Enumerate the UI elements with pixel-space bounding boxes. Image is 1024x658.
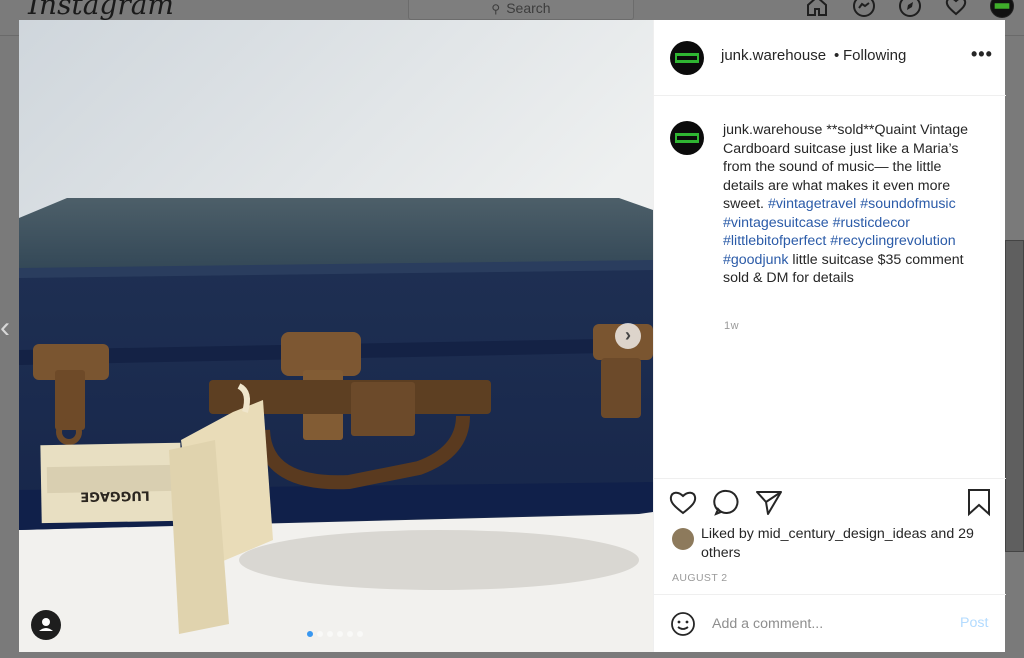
luggage-label-text: LUGGAGE bbox=[80, 487, 150, 503]
search-icon: ⚲ bbox=[491, 2, 501, 16]
post-photo: LUGGAGE › bbox=[19, 20, 653, 652]
profile-avatar[interactable] bbox=[990, 0, 1014, 18]
search-box[interactable]: ⚲ Search bbox=[408, 0, 634, 20]
caption-username[interactable]: junk.warehouse bbox=[723, 122, 822, 138]
follow-separator: • bbox=[834, 47, 840, 64]
carousel-dot bbox=[307, 631, 313, 637]
like-heart-icon[interactable] bbox=[668, 487, 698, 517]
hashtag-link[interactable]: #soundofmusic bbox=[860, 196, 955, 212]
next-photo-chevron-icon[interactable]: › bbox=[615, 323, 641, 349]
caption-age[interactable]: 1w bbox=[724, 320, 739, 332]
post-caption: junk.warehouse **sold**Quaint Vintage Ca… bbox=[723, 121, 985, 288]
carousel-dot bbox=[317, 631, 323, 637]
home-icon[interactable] bbox=[805, 0, 829, 18]
liked-username[interactable]: mid_century_design_ideas bbox=[758, 526, 927, 542]
author-username[interactable]: junk.warehouse bbox=[721, 47, 826, 64]
liker-avatar[interactable] bbox=[672, 528, 694, 550]
emoji-smile-icon[interactable] bbox=[670, 611, 696, 637]
post-modal: LUGGAGE › junk.warehouse • Following •••… bbox=[19, 20, 1006, 652]
likes-summary[interactable]: Liked by mid_century_design_ideas and 29… bbox=[701, 525, 991, 563]
author-avatar[interactable] bbox=[670, 41, 704, 75]
post-side-panel: junk.warehouse • Following ••• junk.ware… bbox=[653, 20, 1006, 652]
more-options-icon[interactable]: ••• bbox=[971, 44, 993, 65]
hashtag-link[interactable]: #goodjunk bbox=[723, 252, 788, 268]
comment-bubble-icon[interactable] bbox=[712, 487, 742, 517]
hashtag-link[interactable]: #vintagesuitcase bbox=[723, 215, 829, 231]
background-post-edge bbox=[1005, 240, 1024, 552]
carousel-dot bbox=[347, 631, 353, 637]
post-actions: Liked by mid_century_design_ideas and 29… bbox=[654, 478, 1006, 594]
liked-prefix: Liked by bbox=[701, 526, 758, 542]
carousel-dot bbox=[327, 631, 333, 637]
explore-icon[interactable] bbox=[898, 0, 922, 18]
following-button[interactable]: Following bbox=[843, 47, 906, 64]
hashtag-link[interactable]: #rusticdecor bbox=[833, 215, 910, 231]
carousel-dot bbox=[357, 631, 363, 637]
post-date[interactable]: AUGUST 2 bbox=[672, 572, 728, 584]
hashtag-link[interactable]: #littlebitofperfect bbox=[723, 233, 826, 249]
add-comment-input[interactable] bbox=[712, 611, 942, 637]
comment-bar: Post bbox=[654, 594, 1006, 652]
caption-author-avatar[interactable] bbox=[670, 121, 704, 155]
search-placeholder: Search bbox=[506, 0, 551, 16]
share-send-icon[interactable] bbox=[754, 487, 784, 517]
post-comment-button[interactable]: Post bbox=[960, 615, 988, 631]
activity-heart-icon[interactable] bbox=[944, 0, 968, 18]
instagram-logo[interactable]: Instagram bbox=[28, 0, 174, 21]
user-tag-icon[interactable] bbox=[31, 610, 61, 640]
save-bookmark-icon[interactable] bbox=[964, 487, 994, 517]
hashtag-link[interactable]: #vintagetravel bbox=[768, 196, 856, 212]
carousel-dot bbox=[337, 631, 343, 637]
post-header: junk.warehouse • Following ••• bbox=[654, 20, 1006, 96]
hashtag-link[interactable]: #recyclingrevolution bbox=[830, 233, 955, 249]
carousel-indicator bbox=[307, 631, 363, 637]
suitcase-photo: LUGGAGE bbox=[19, 20, 653, 652]
messenger-icon[interactable] bbox=[852, 0, 876, 18]
previous-post-chevron-icon[interactable]: ‹ bbox=[0, 310, 20, 346]
